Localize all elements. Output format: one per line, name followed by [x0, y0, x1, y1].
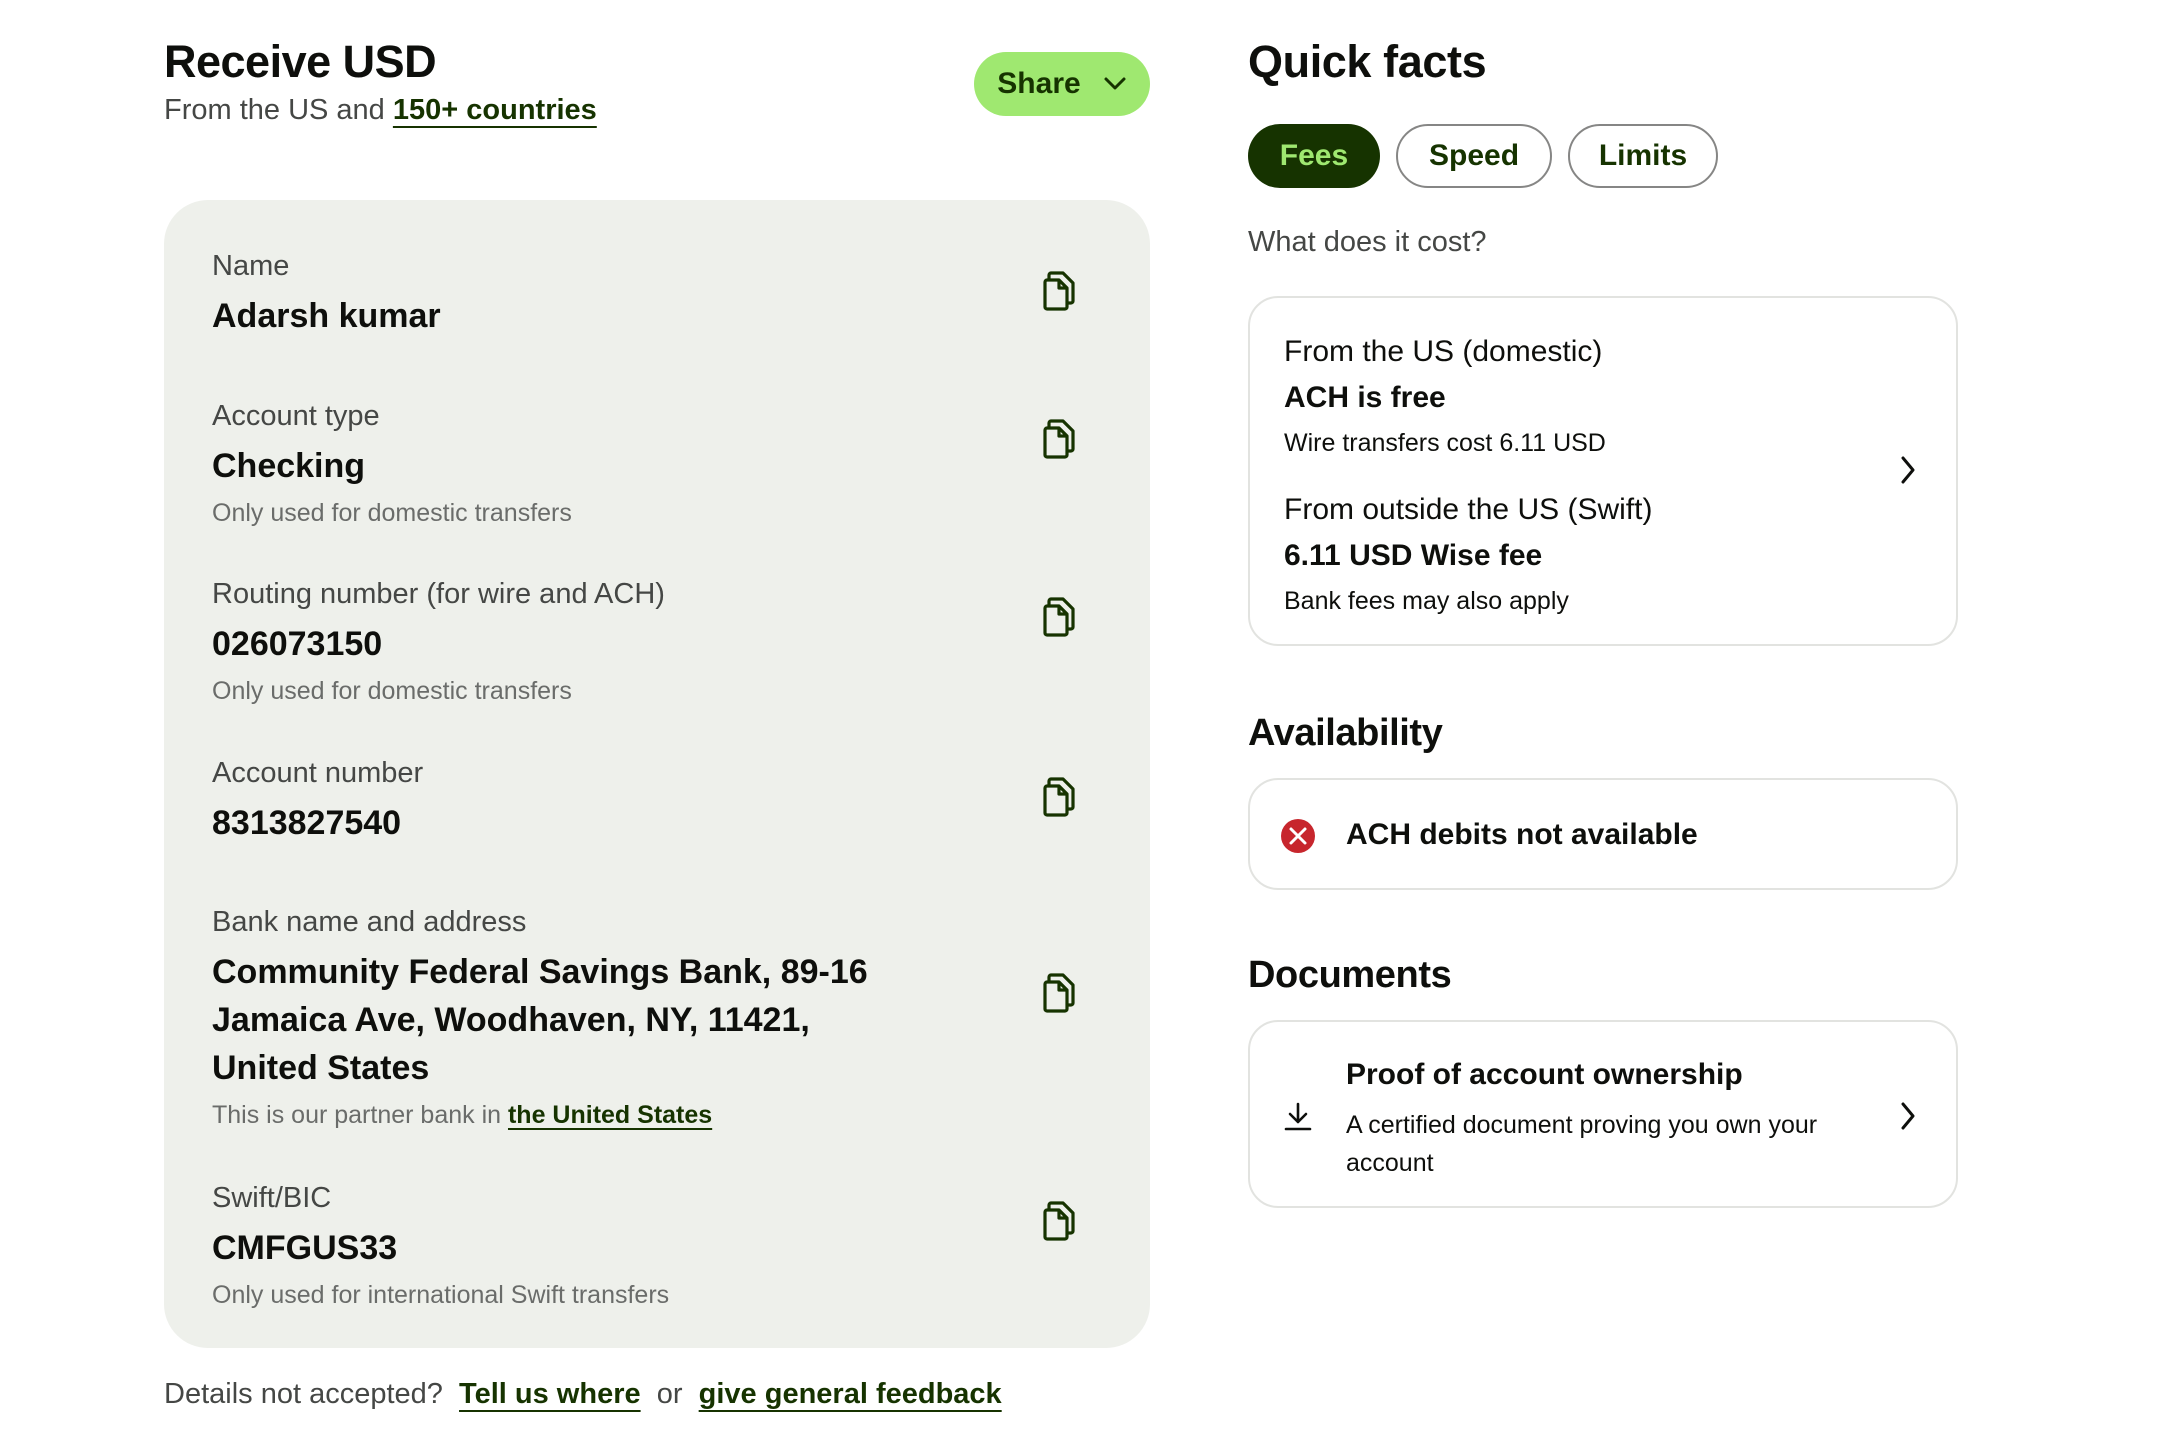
international-sub: Bank fees may also apply	[1284, 587, 1569, 615]
copy-account-type-button[interactable]	[1036, 416, 1082, 462]
detail-bank-name-address: Bank name and address Community Federal …	[212, 904, 912, 1132]
page-subtitle: From the US and 150+ countries	[164, 94, 597, 127]
international-main: 6.11 USD Wise fee	[1284, 539, 1543, 572]
copy-name-button[interactable]	[1036, 268, 1082, 314]
fees-card[interactable]: From the US (domestic) ACH is free Wire …	[1248, 296, 1958, 646]
copy-routing-number-button[interactable]	[1036, 594, 1082, 640]
footer-text: Details not accepted?	[164, 1378, 443, 1410]
chevron-down-icon	[1104, 77, 1126, 90]
chevron-right-icon	[1901, 1102, 1915, 1130]
field-value: CMFGUS33	[212, 1229, 398, 1267]
account-details-card: Name Adarsh kumar Account type Checking …	[164, 200, 1150, 1348]
general-feedback-link[interactable]: give general feedback	[699, 1378, 1002, 1410]
document-description: A certified document proving you own you…	[1346, 1111, 1818, 1177]
field-note: Only used for domestic transfers	[212, 677, 572, 705]
field-note: Only used for international Swift transf…	[212, 1281, 670, 1309]
field-label: Name	[212, 250, 290, 282]
copy-account-number-button[interactable]	[1036, 774, 1082, 820]
copy-icon	[1043, 271, 1075, 311]
countries-link[interactable]: 150+ countries	[393, 94, 597, 126]
international-fees: From outside the US (Swift) 6.11 USD Wis…	[1284, 490, 1884, 618]
detail-name: Name Adarsh kumar	[212, 248, 1042, 340]
chevron-right-icon[interactable]	[1898, 454, 1918, 486]
detail-account-number: Account number 8313827540	[212, 755, 1042, 847]
domestic-sub: Wire transfers cost 6.11 USD	[1284, 429, 1606, 457]
domestic-heading: From the US (domestic)	[1284, 335, 1603, 368]
detail-account-type: Account type Checking Only used for dome…	[212, 398, 1042, 530]
availability-item: ACH debits not available	[1346, 818, 1698, 851]
field-note: Only used for domestic transfers	[212, 499, 572, 527]
subtitle-text: From the US and	[164, 94, 385, 126]
copy-icon	[1043, 419, 1075, 459]
availability-card: ACH debits not available	[1248, 778, 1958, 890]
united-states-link[interactable]: the United States	[508, 1101, 712, 1129]
field-label: Account number	[212, 757, 424, 789]
copy-icon	[1043, 973, 1075, 1013]
error-circle-icon	[1281, 819, 1315, 853]
field-note: This is our partner bank in the United S…	[212, 1098, 912, 1132]
quick-facts-title: Quick facts	[1248, 36, 1487, 87]
field-value: 8313827540	[212, 804, 402, 842]
field-label: Swift/BIC	[212, 1182, 332, 1214]
field-label: Routing number (for wire and ACH)	[212, 578, 665, 610]
field-label: Bank name and address	[212, 906, 527, 938]
tab-speed[interactable]: Speed	[1396, 124, 1552, 188]
document-title: Proof of account ownership	[1346, 1058, 1743, 1091]
download-icon	[1284, 1102, 1312, 1131]
detail-swift-bic: Swift/BIC CMFGUS33 Only used for interna…	[212, 1180, 1042, 1312]
share-button[interactable]: Share	[974, 52, 1150, 116]
field-value: 026073150	[212, 625, 383, 663]
international-heading: From outside the US (Swift)	[1284, 493, 1653, 526]
availability-title: Availability	[1248, 712, 1443, 754]
fees-question: What does it cost?	[1248, 226, 1487, 258]
tab-limits[interactable]: Limits	[1568, 124, 1718, 188]
field-value: Checking	[212, 447, 366, 485]
share-label: Share	[997, 67, 1081, 100]
proof-of-ownership-item[interactable]: Proof of account ownership A certified d…	[1248, 1020, 1958, 1208]
tell-us-where-link[interactable]: Tell us where	[459, 1378, 641, 1410]
detail-routing-number: Routing number (for wire and ACH) 026073…	[212, 576, 1042, 708]
field-value: Community Federal Savings Bank, 89-16 Ja…	[212, 953, 868, 1087]
footer-or: or	[656, 1378, 683, 1410]
field-value: Adarsh kumar	[212, 297, 441, 335]
tab-fees[interactable]: Fees	[1248, 124, 1380, 188]
page-title: Receive USD	[164, 36, 437, 87]
copy-icon	[1043, 1201, 1075, 1241]
copy-bank-address-button[interactable]	[1036, 970, 1082, 1016]
copy-icon	[1043, 777, 1075, 817]
copy-icon	[1043, 597, 1075, 637]
documents-title: Documents	[1248, 954, 1452, 996]
domestic-fees: From the US (domestic) ACH is free Wire …	[1284, 332, 1884, 460]
field-label: Account type	[212, 400, 380, 432]
domestic-main: ACH is free	[1284, 381, 1446, 414]
details-feedback: Details not accepted? Tell us where or g…	[164, 1378, 1002, 1411]
note-text: This is our partner bank in	[212, 1101, 502, 1129]
copy-swift-bic-button[interactable]	[1036, 1198, 1082, 1244]
